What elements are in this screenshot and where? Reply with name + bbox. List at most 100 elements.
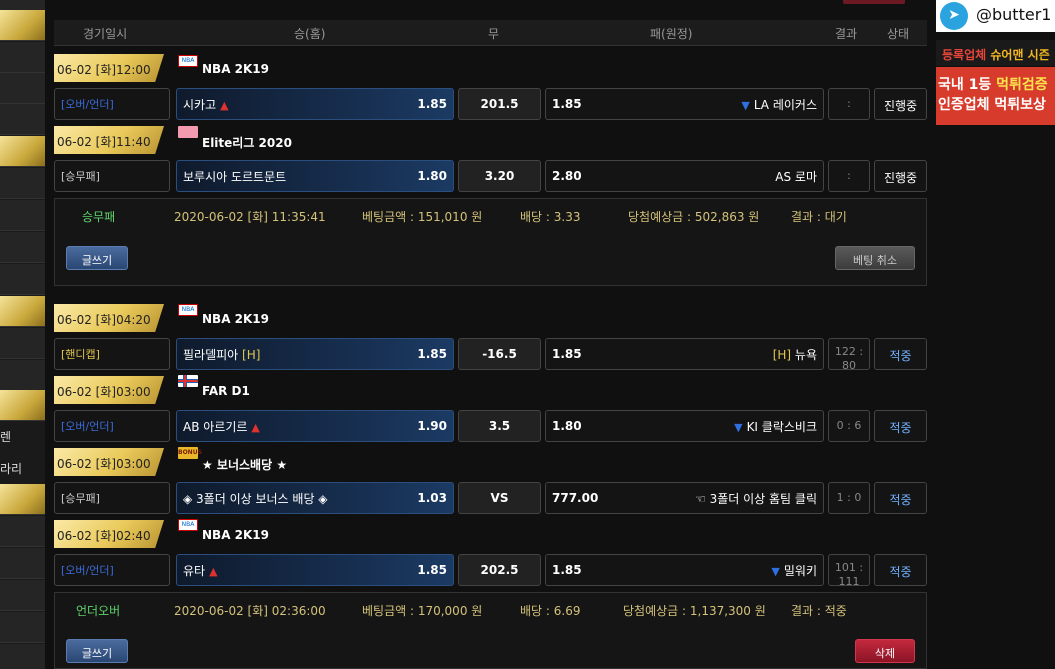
sidebar-item[interactable] (0, 200, 45, 231)
league-name: NBA 2K19 (202, 528, 270, 542)
telegram-banner[interactable]: ➤ @butter1 (936, 0, 1055, 32)
bet-expected: 당첨예상금 : 1,137,300 원 (623, 604, 766, 618)
game-time: 06-02 [화]03:00 (54, 376, 164, 404)
game-status: 적중 (874, 482, 927, 514)
away-team-name: ▼ KI 클락스비크 (734, 418, 817, 435)
header-status: 상태 (887, 27, 910, 41)
header-away: 패(원정) (650, 27, 693, 41)
away-team-button[interactable]: 1.85 ▼ LA 레이커스 (545, 88, 824, 120)
bet-amount: 베팅금액 : 151,010 원 (362, 210, 483, 224)
sidebar-item[interactable] (0, 264, 45, 295)
sureman-banner[interactable]: 등록업체 슈어맨 시즌 (936, 40, 1055, 66)
sidebar-item[interactable] (0, 516, 45, 547)
sidebar-item-active[interactable] (0, 390, 45, 421)
game-status: 적중 (874, 554, 927, 586)
header-date: 경기일시 (83, 27, 128, 41)
home-name-text: 필라델피아 (183, 348, 239, 362)
home-team-button[interactable]: 보루시아 도르트문트 1.80 (176, 160, 454, 192)
home-team-button[interactable]: 필라델피아 [H] 1.85 (176, 338, 454, 370)
away-team-button[interactable]: 777.00 ☜ 3폴더 이상 홈팀 클릭 (545, 482, 824, 514)
home-name-text: 유타 (183, 564, 206, 578)
away-name-text: KI 클락스비크 (746, 420, 817, 434)
game-score: 1 : 0 (828, 482, 870, 514)
sidebar-item[interactable] (0, 42, 45, 73)
away-team-button[interactable]: 1.80 ▼ KI 클락스비크 (545, 410, 824, 442)
game-time: 06-02 [화]03:00 (54, 448, 164, 476)
score-line-1: 101 : (834, 561, 864, 574)
home-odd: 1.03 (417, 491, 447, 505)
cancel-bet-button[interactable]: 베팅 취소 (835, 246, 915, 270)
game-time: 06-02 [화]04:20 (54, 304, 164, 332)
draw-button[interactable]: 3.5 (458, 410, 541, 442)
home-team-button[interactable]: AB 아르기르 ▲ 1.90 (176, 410, 454, 442)
sidebar-item[interactable] (0, 73, 45, 104)
home-odd: 1.90 (417, 419, 447, 433)
sidebar-item[interactable] (0, 168, 45, 199)
game-status: 적중 (874, 338, 927, 370)
away-name-text: LA 레이커스 (753, 98, 817, 112)
banner-line-2: 인증업체 먹튀보상 (938, 97, 1046, 113)
home-team-name: 필라델피아 [H] (183, 346, 260, 363)
away-team-button[interactable]: 1.85 ▼ 밀워키 (545, 554, 824, 586)
bet-kind: 언더오버 (76, 604, 121, 618)
arrow-down-icon: ▼ (734, 421, 743, 434)
delete-button[interactable]: 삭제 (855, 639, 915, 663)
sidebar-item[interactable] (0, 612, 45, 643)
home-team-button[interactable]: 유타 ▲ 1.85 (176, 554, 454, 586)
sidebar-item[interactable] (0, 644, 45, 669)
handicap-button[interactable]: -16.5 (458, 338, 541, 370)
home-name-text: AB 아르기르 (183, 420, 248, 434)
bet-type: [핸디캡] (54, 338, 170, 370)
sidebar-item[interactable] (0, 104, 45, 135)
league-name: NBA 2K19 (202, 62, 270, 76)
sidebar-item[interactable] (0, 328, 45, 359)
bet-result: 결과 : 대기 (791, 210, 847, 224)
bet-expected: 당첨예상금 : 502,863 원 (628, 210, 760, 224)
game-score: 0 : 6 (828, 410, 870, 442)
sidebar-item-active[interactable] (0, 296, 45, 327)
sidebar-item[interactable] (0, 548, 45, 579)
away-team-name: ☜ 3폴더 이상 홈팀 클릭 (695, 492, 817, 506)
left-sidebar: 렌 라리 (0, 0, 45, 669)
sidebar-label: 렌 (0, 430, 12, 444)
nba-league-icon: NBA (178, 55, 198, 67)
sidebar-item[interactable] (0, 360, 45, 391)
header-draw: 무 (488, 27, 500, 41)
sidebar-item[interactable] (0, 232, 45, 263)
bet-amount: 베팅금액 : 170,000 원 (362, 604, 483, 618)
draw-button[interactable]: 3.20 (458, 160, 541, 192)
score-line-1: 122 : (834, 345, 864, 358)
write-button[interactable]: 글쓰기 (66, 246, 128, 270)
home-team-button[interactable]: 시카고 ▲ 1.85 (176, 88, 454, 120)
away-team-name: AS 로마 (775, 170, 817, 184)
table-header: 경기일시 승(홈) 무 패(원정) 결과 상태 (54, 20, 927, 46)
draw-button[interactable]: 201.5 (458, 88, 541, 120)
sidebar-item-active[interactable] (0, 10, 45, 41)
sidebar-item-active[interactable] (0, 484, 45, 515)
game-status: 적중 (874, 410, 927, 442)
home-team-name: ◈ 3폴더 이상 보너스 배당 ◈ (183, 492, 328, 506)
away-team-name: ▼ 밀워키 (771, 562, 817, 579)
draw-button[interactable]: VS (458, 482, 541, 514)
bet-result: 결과 : 적중 (791, 604, 847, 618)
bet-type: [승무패] (54, 482, 170, 514)
sidebar-item-active[interactable] (0, 136, 45, 167)
sidebar-item[interactable] (0, 580, 45, 611)
bet-history-panel: 경기일시 승(홈) 무 패(원정) 결과 상태 06-02 [화]12:00 N… (54, 0, 927, 669)
write-button[interactable]: 글쓰기 (66, 639, 128, 663)
game-time: 06-02 [화]02:40 (54, 520, 164, 548)
away-team-button[interactable]: 2.80 AS 로마 (545, 160, 824, 192)
draw-button[interactable]: 202.5 (458, 554, 541, 586)
home-team-button[interactable]: ◈ 3폴더 이상 보너스 배당 ◈ 1.03 (176, 482, 454, 514)
telegram-handle: @butter1 (976, 5, 1052, 24)
handicap-tag: [H] (772, 348, 792, 362)
banner-highlight: 슈어맨 시즌 (990, 48, 1050, 62)
header-home: 승(홈) (294, 27, 326, 41)
verification-banner[interactable]: 국내 1등 먹튀검증 인증업체 먹튀보상 (936, 67, 1055, 125)
away-name-text: 밀워키 (783, 564, 817, 578)
home-team-name: 시카고 ▲ (183, 96, 229, 113)
top-action-button[interactable] (843, 0, 905, 4)
bet-rate: 배당 : 6.69 (520, 604, 581, 618)
arrow-down-icon: ▼ (771, 565, 780, 578)
away-team-button[interactable]: 1.85 [H] 뉴욕 (545, 338, 824, 370)
